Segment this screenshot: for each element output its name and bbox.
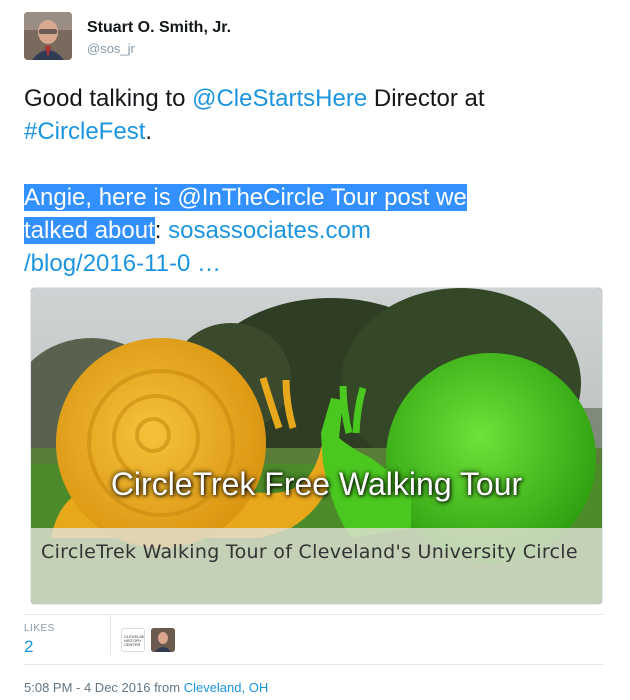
likes-label: LIKES — [24, 623, 55, 634]
liker-avatar[interactable]: CLEVELAND HISTORY CENTER — [121, 628, 145, 652]
tweet-text: Good talking to @CleStartsHere Director … — [24, 82, 614, 280]
mention-link[interactable]: @CleStartsHere — [192, 85, 367, 112]
selected-text: Angie, here is @InTheCircle Tour post we — [24, 184, 467, 211]
link-card[interactable]: CircleTrek Free Walking Tour CircleTrek … — [30, 287, 603, 605]
url-link-continued[interactable]: /blog/2016-11-0 — [24, 250, 190, 277]
liker-photo — [151, 628, 175, 652]
author-name[interactable]: Stuart O. Smith, Jr. — [87, 19, 231, 37]
timestamp-text[interactable]: 5:08 PM - 4 Dec 2016 from — [24, 680, 184, 695]
tweet-line-3: Angie, here is @InTheCircle Tour post we — [24, 181, 614, 214]
tweet-text-segment: . — [145, 118, 153, 145]
url-ellipsis[interactable]: … — [190, 250, 221, 277]
tweet-line-4: talked about: sosassociates.com — [24, 214, 614, 247]
tweet-text-segment: Director at — [367, 85, 485, 112]
hashtag-link[interactable]: #CircleFest — [24, 118, 145, 145]
tweet-line-5: /blog/2016-11-0 … — [24, 247, 614, 280]
liker-logo-text: CLEVELAND HISTORY CENTER — [124, 634, 145, 647]
stats-divider-top — [24, 614, 604, 615]
likes-count[interactable]: 2 — [24, 637, 33, 657]
tweet-text-segment: Good talking to — [24, 85, 193, 112]
card-image-overlay-text: CircleTrek Free Walking Tour — [110, 466, 523, 502]
url-link[interactable]: sosassociates.com — [168, 217, 371, 244]
stats-separator — [110, 615, 111, 655]
stats-divider-bottom — [24, 664, 604, 665]
card-caption-text[interactable]: CircleTrek Walking Tour of Cleveland's U… — [41, 537, 581, 568]
author-avatar[interactable] — [24, 12, 72, 60]
author-handle[interactable]: @sos_jr — [87, 41, 135, 56]
selected-text: talked about — [24, 217, 155, 244]
location-link[interactable]: Cleveland, OH — [184, 680, 269, 695]
tweet-timestamp: 5:08 PM - 4 Dec 2016 from Cleveland, OH — [24, 680, 268, 695]
tweet-line-1: Good talking to @CleStartsHere Director … — [24, 82, 614, 115]
liker-avatar[interactable] — [151, 628, 175, 652]
tweet-line-2: #CircleFest. — [24, 115, 614, 148]
avatar-photo — [24, 12, 72, 60]
tweet-text-segment: : — [154, 217, 169, 244]
card-caption[interactable]: CircleTrek Walking Tour of Cleveland's U… — [31, 528, 602, 604]
